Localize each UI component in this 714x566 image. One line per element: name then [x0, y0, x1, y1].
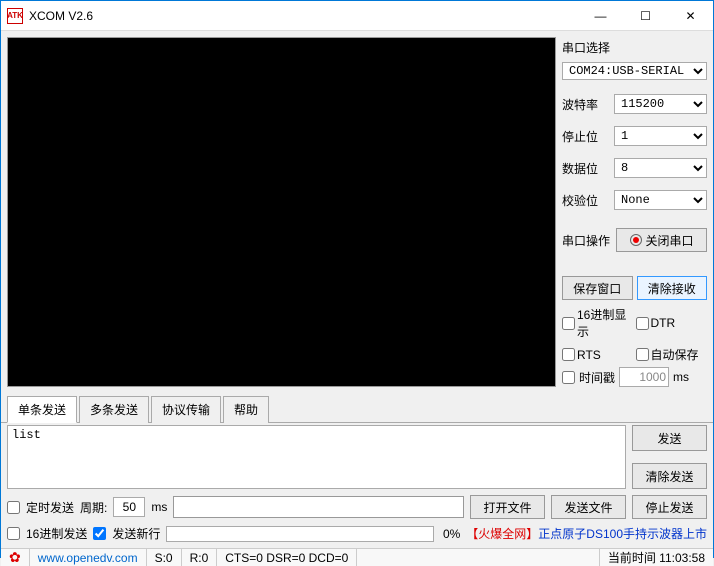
close-button[interactable]: ✕ [668, 1, 713, 31]
send-newline-checkbox[interactable] [93, 527, 106, 540]
timestamp-unit: ms [673, 370, 689, 384]
dtr-label: DTR [651, 316, 676, 330]
send-input[interactable]: list [7, 425, 626, 489]
hex-send-checkbox[interactable] [7, 527, 20, 540]
baud-select[interactable]: 115200 [614, 94, 707, 114]
progress-bar [166, 526, 434, 542]
parity-select[interactable]: None [614, 190, 707, 210]
databit-select[interactable]: 8 [614, 158, 707, 178]
minimize-button[interactable]: — [578, 1, 623, 31]
save-window-button[interactable]: 保存窗口 [562, 276, 633, 300]
port-op-label: 串口操作 [562, 232, 610, 249]
timed-send-checkbox[interactable] [7, 501, 20, 514]
parity-label: 校验位 [562, 192, 610, 209]
toggle-port-button[interactable]: 关闭串口 [616, 228, 707, 252]
period-unit: ms [151, 500, 167, 514]
hex-display-checkbox[interactable] [562, 317, 575, 330]
record-icon [630, 234, 642, 246]
rts-label: RTS [577, 348, 601, 362]
period-input[interactable] [113, 497, 145, 517]
hex-display-label: 16进制显示 [577, 306, 634, 340]
promo-link[interactable]: 【火爆全网】正点原子DS100手持示波器上市 [466, 525, 707, 542]
period-label: 周期: [80, 499, 107, 516]
tab-help[interactable]: 帮助 [223, 396, 269, 423]
app-logo: ATK [7, 8, 23, 24]
baud-label: 波特率 [562, 96, 610, 113]
databit-label: 数据位 [562, 160, 610, 177]
timestamp-label: 时间戳 [579, 369, 615, 386]
autosave-checkbox[interactable] [636, 348, 649, 361]
open-file-button[interactable]: 打开文件 [470, 495, 545, 519]
send-newline-label: 发送新行 [112, 525, 160, 542]
port-select[interactable]: COM24:USB-SERIAL CH34 [562, 62, 707, 80]
stopbit-label: 停止位 [562, 128, 610, 145]
port-section-label: 串口选择 [562, 39, 707, 56]
send-file-button[interactable]: 发送文件 [551, 495, 626, 519]
receive-terminal[interactable] [7, 37, 556, 387]
send-button[interactable]: 发送 [632, 425, 707, 451]
maximize-button[interactable]: ☐ [623, 1, 668, 31]
stop-send-button[interactable]: 停止发送 [632, 495, 707, 519]
timestamp-input[interactable] [619, 367, 669, 387]
tab-single-send[interactable]: 单条发送 [7, 396, 77, 423]
window-title: XCOM V2.6 [29, 9, 578, 23]
dtr-checkbox[interactable] [636, 317, 649, 330]
progress-percent: 0% [440, 527, 460, 541]
tab-protocol[interactable]: 协议传输 [151, 396, 221, 423]
autosave-label: 自动保存 [651, 346, 699, 363]
rts-checkbox[interactable] [562, 348, 575, 361]
timestamp-checkbox[interactable] [562, 371, 575, 384]
clear-receive-button[interactable]: 清除接收 [637, 276, 708, 300]
tab-multi-send[interactable]: 多条发送 [79, 396, 149, 423]
timed-send-label: 定时发送 [26, 499, 74, 516]
clear-send-button[interactable]: 清除发送 [632, 463, 707, 489]
hex-send-label: 16进制发送 [26, 525, 87, 542]
stopbit-select[interactable]: 1 [614, 126, 707, 146]
file-path-input[interactable] [173, 496, 464, 518]
